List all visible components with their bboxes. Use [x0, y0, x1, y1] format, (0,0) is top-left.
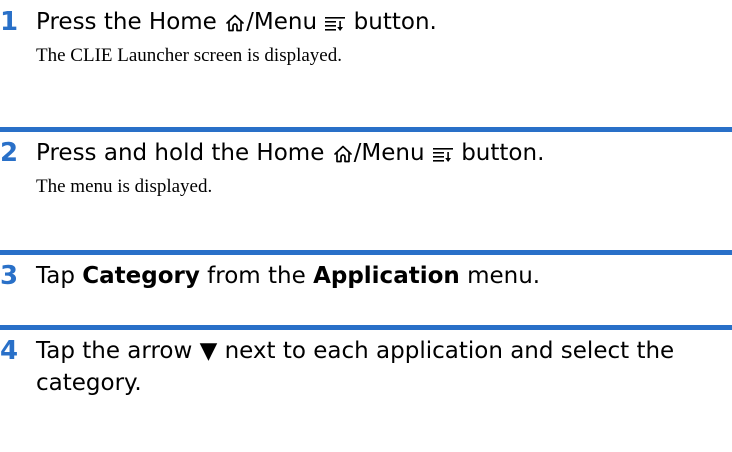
divider: [0, 325, 732, 330]
step-text-part: Tap: [36, 263, 83, 289]
application-menu-label: Application: [313, 263, 460, 289]
step-text-part: from the: [199, 263, 314, 289]
step-result-2: The menu is displayed.: [36, 176, 213, 197]
step-number-4: 4: [0, 336, 19, 366]
step-number-1: 1: [0, 7, 19, 37]
step-text-part: button.: [346, 9, 437, 35]
divider: [0, 127, 732, 132]
step-text-part: menu.: [459, 263, 541, 289]
menu-icon: [432, 145, 454, 163]
step-number-3: 3: [0, 261, 19, 291]
home-icon: [332, 144, 354, 164]
step-instruction-2: Press and hold the Home /Menu button.: [36, 137, 726, 169]
step-text-part: /Menu: [246, 9, 325, 35]
menu-icon: [324, 14, 346, 32]
step-number-2: 2: [0, 138, 19, 168]
home-icon: [224, 13, 246, 33]
divider: [0, 250, 732, 255]
step-text-part: Press the Home: [36, 9, 225, 35]
step-instruction-4: Tap the arrow ▼ next to each application…: [36, 338, 675, 396]
step-result-1: The CLIE Launcher screen is displayed.: [36, 45, 342, 66]
step-text-part: button.: [453, 140, 545, 166]
step-text-part: /Menu: [353, 140, 432, 166]
step-text-part: Press and hold the Home: [36, 140, 332, 166]
step-instruction-3: Tap Category from the Application menu.: [36, 260, 726, 292]
category-label: Category: [82, 263, 200, 289]
step-instruction-1: Press the Home /Menu button.: [36, 6, 726, 38]
